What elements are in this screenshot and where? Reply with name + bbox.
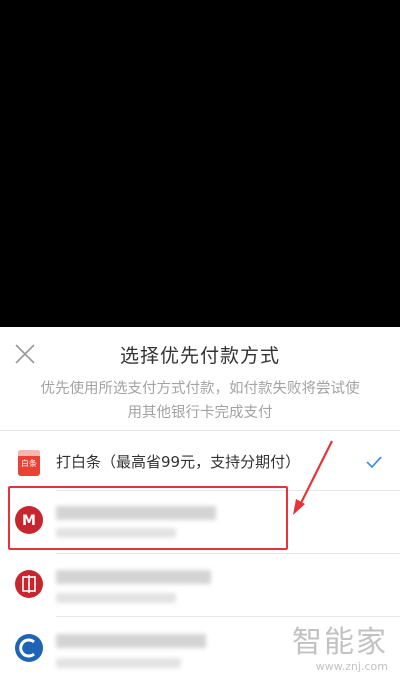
watermark-logo: 智能家 (292, 625, 388, 660)
citic-bank-icon (15, 570, 43, 598)
payment-method-sheet: 选择优先付款方式 优先使用所选支付方式付款，如付款失败将尝试使用其他银行卡完成支… (0, 327, 400, 687)
annotation-highlight-box (8, 486, 288, 550)
ccb-bank-icon (15, 634, 43, 662)
sheet-description: 优先使用所选支付方式付款，如付款失败将尝试使用其他银行卡完成支付 (40, 381, 360, 421)
sheet-title: 选择优先付款方式 (119, 345, 280, 367)
payment-option-bank-2[interactable] (0, 553, 400, 615)
check-icon (366, 456, 382, 468)
option-label: 打白条（最高省99元，支持分期付） (56, 453, 301, 471)
payment-option-baitiao[interactable]: 白条 打白条（最高省99元，支持分期付） (0, 430, 400, 490)
annotation-arrow-icon (293, 440, 333, 515)
baitiao-icon: 白条 (18, 450, 40, 476)
video-area (0, 0, 400, 327)
watermark-url: www.znj.com (315, 660, 388, 673)
